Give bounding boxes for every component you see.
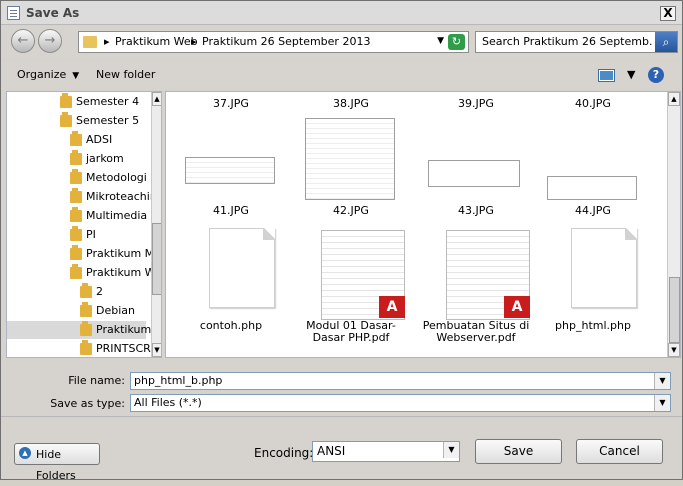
- encoding-select[interactable]: ANSI ▼: [312, 441, 460, 462]
- tree-item-multimedia[interactable]: Multimedia: [7, 207, 147, 225]
- file-contoh-php[interactable]: contoh.php: [183, 224, 279, 332]
- tree-item-adsi[interactable]: ADSI: [7, 131, 146, 149]
- chevron-down-icon: ▼: [654, 373, 670, 389]
- search-box[interactable]: Search Praktikum 26 Septemb... ⌕: [475, 31, 678, 53]
- save-as-type-select[interactable]: All Files (*.*) ▼: [130, 394, 671, 412]
- pdf-icon: A: [504, 296, 530, 318]
- cancel-button[interactable]: Cancel: [576, 439, 663, 464]
- divider: [1, 416, 682, 417]
- view-dropdown-icon[interactable]: ▼: [627, 68, 635, 81]
- back-button[interactable]: ←: [11, 29, 35, 53]
- chevron-down-icon: ▼: [654, 395, 670, 411]
- encoding-label: Encoding:: [254, 446, 314, 460]
- close-button[interactable]: X: [660, 6, 676, 21]
- new-folder-button[interactable]: New folder: [96, 68, 155, 81]
- address-bar[interactable]: ▸ Praktikum Web ▸ Praktikum 26 September…: [78, 31, 469, 53]
- image-thumbnail: [428, 160, 520, 187]
- folder-icon: [83, 36, 97, 48]
- image-thumbnail: [185, 157, 275, 184]
- file-list[interactable]: 37.JPG 38.JPG 39.JPG 40.JPG 41.JPG 42.JP…: [165, 91, 681, 358]
- save-as-dialog: Save As X ← → ▸ Praktikum Web ▸ Praktiku…: [0, 0, 683, 482]
- save-button[interactable]: Save: [475, 439, 562, 464]
- file-name-field[interactable]: php_html_b.php ▼: [130, 372, 671, 390]
- document-icon: [571, 228, 637, 308]
- organize-button[interactable]: Organize ▼: [17, 68, 79, 81]
- file-43-jpg[interactable]: 43.JPG: [428, 118, 524, 217]
- save-as-type-label: Save as type:: [50, 397, 125, 410]
- image-thumbnail: [547, 176, 637, 200]
- document-icon: [209, 228, 275, 308]
- scroll-up-icon[interactable]: ▲: [668, 92, 680, 106]
- folder-tree-scrollbar[interactable]: ▲ ▼: [151, 92, 161, 357]
- tree-item-praktikum[interactable]: Praktikum: [7, 321, 151, 339]
- breadcrumb-praktikum-web[interactable]: Praktikum Web: [115, 35, 198, 48]
- tree-item-2[interactable]: 2: [7, 283, 146, 301]
- tree-item-metodologi[interactable]: Metodologi P: [7, 169, 157, 187]
- navigation-bar: ← → ▸ Praktikum Web ▸ Praktikum 26 Septe…: [1, 26, 682, 58]
- file-42-jpg[interactable]: 42.JPG: [303, 118, 399, 217]
- tree-item-printscr[interactable]: PRINTSCR: [7, 340, 151, 357]
- help-icon[interactable]: ?: [648, 67, 664, 83]
- file-list-scrollbar[interactable]: ▲ ▼: [667, 92, 680, 357]
- file-41-jpg[interactable]: 41.JPG: [183, 118, 279, 217]
- image-thumbnail: [305, 118, 395, 200]
- search-placeholder: Search Praktikum 26 Septemb...: [482, 35, 652, 48]
- pdf-icon: A: [379, 296, 405, 318]
- title-bar: Save As X: [1, 1, 682, 25]
- tree-item-semester-5[interactable]: Semester 5: [7, 112, 146, 130]
- search-icon[interactable]: ⌕: [655, 32, 677, 52]
- file-modul-01-pdf[interactable]: A Modul 01 Dasar-Dasar PHP.pdf: [303, 224, 405, 344]
- scrollbar-thumb[interactable]: [152, 223, 161, 295]
- tree-item-jarkom[interactable]: jarkom: [7, 150, 146, 168]
- view-options-icon[interactable]: [599, 70, 614, 81]
- chevron-down-icon: ▼: [72, 71, 80, 81]
- command-toolbar: Organize ▼ New folder ▼ ?: [1, 61, 682, 89]
- tree-item-mikroteaching[interactable]: Mikroteachin: [7, 188, 157, 206]
- file-php-html-php[interactable]: php_html.php: [545, 224, 641, 332]
- file-name-label: File name:: [68, 374, 125, 387]
- file-pembuatan-situs-pdf[interactable]: A Pembuatan Situs di Webserver.pdf: [423, 224, 530, 344]
- scroll-up-icon[interactable]: ▲: [152, 92, 161, 106]
- hide-folders-button[interactable]: Hide Folders: [14, 443, 100, 482]
- refresh-icon[interactable]: ↻: [448, 34, 465, 50]
- scroll-down-icon[interactable]: ▼: [152, 343, 161, 357]
- chevron-down-icon: ▼: [443, 442, 459, 458]
- folder-tree[interactable]: Semester 4 Semester 5 ADSI jarkom Metodo…: [6, 91, 162, 358]
- tree-item-debian[interactable]: Debian: [7, 302, 146, 320]
- tree-item-pi[interactable]: PI: [7, 226, 146, 244]
- scrollbar-thumb[interactable]: [669, 277, 680, 343]
- window-title: Save As: [26, 6, 80, 20]
- forward-button[interactable]: →: [38, 29, 62, 53]
- tree-item-semester-4[interactable]: Semester 4: [7, 93, 146, 111]
- scroll-down-icon[interactable]: ▼: [668, 343, 680, 357]
- breadcrumb-praktikum-26-september-2013[interactable]: Praktikum 26 September 2013: [202, 35, 370, 48]
- tree-item-praktikum-mu[interactable]: Praktikum Mu: [7, 245, 161, 263]
- notepad-icon: [7, 6, 20, 20]
- file-44-jpg[interactable]: 44.JPG: [545, 118, 641, 217]
- chevron-down-icon[interactable]: ▼: [437, 36, 444, 46]
- tree-item-praktikum-web[interactable]: Praktikum W: [7, 264, 156, 282]
